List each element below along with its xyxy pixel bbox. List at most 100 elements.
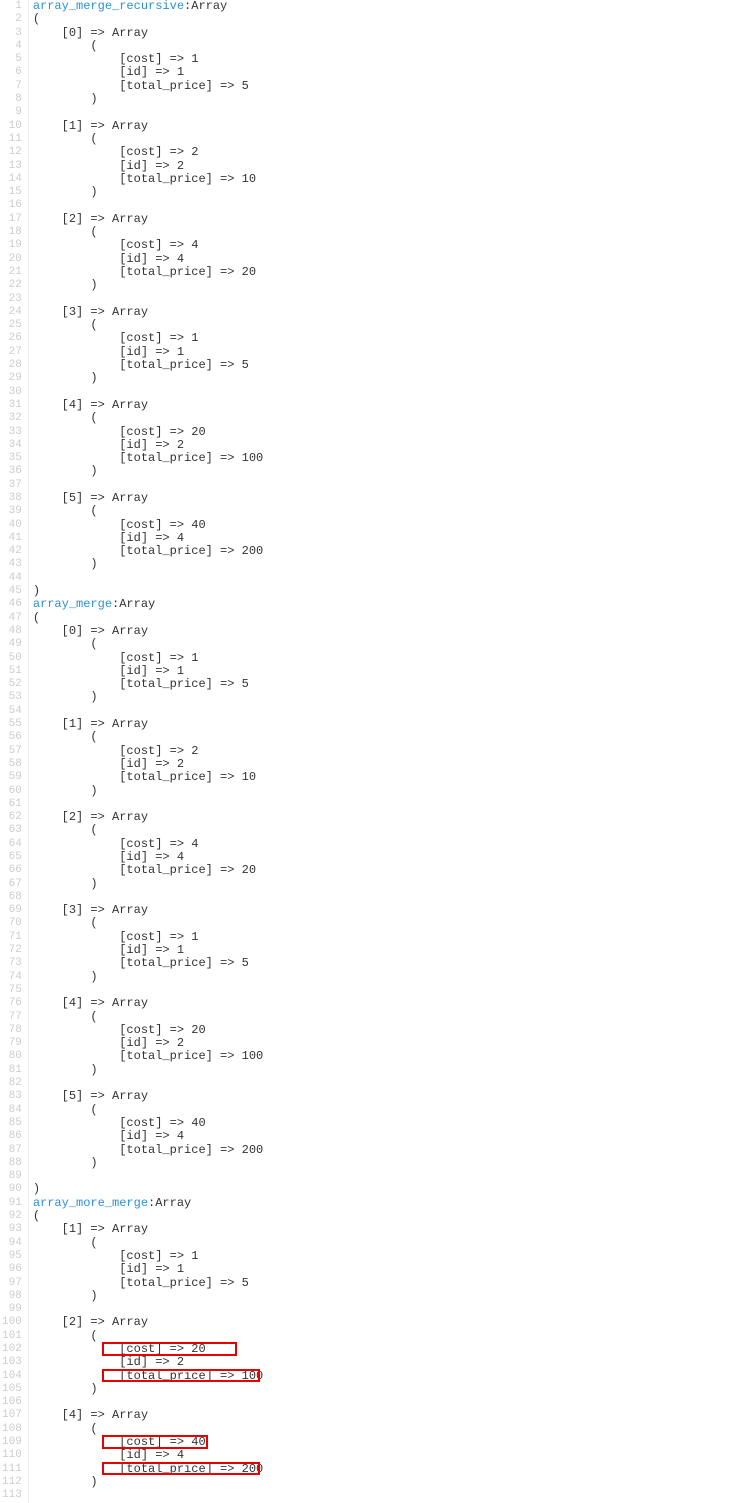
- code-line: [id] => 1: [33, 346, 263, 359]
- code-line: [cost] => 40: [33, 1117, 263, 1130]
- code-line: [33, 293, 263, 306]
- code-line: ): [33, 971, 263, 984]
- line-number: 19: [2, 239, 22, 252]
- code-line: [cost] => 40: [33, 519, 263, 532]
- code-line: ): [33, 785, 263, 798]
- line-number: 78: [2, 1024, 22, 1037]
- code-line: [id] => 1: [33, 944, 263, 957]
- code-line: [cost] => 1: [33, 931, 263, 944]
- line-number: 7: [2, 80, 22, 93]
- line-number: 59: [2, 771, 22, 784]
- line-number: 34: [2, 439, 22, 452]
- line-number: 42: [2, 545, 22, 558]
- code-line: (: [33, 1210, 263, 1223]
- code-line: [id] => 1: [33, 66, 263, 79]
- code-line: (: [33, 638, 263, 651]
- code-line: [total_price] => 100: [33, 1370, 263, 1383]
- code-line: [0] => Array: [33, 27, 263, 40]
- code-line: [33, 386, 263, 399]
- code-line: [cost] => 4: [33, 838, 263, 851]
- line-number: 27: [2, 346, 22, 359]
- line-number: 80: [2, 1050, 22, 1063]
- code-line: [id] => 2: [33, 160, 263, 173]
- line-number: 67: [2, 878, 22, 891]
- code-line: [total_price] => 5: [33, 957, 263, 970]
- line-number: 54: [2, 705, 22, 718]
- line-number: 47: [2, 612, 22, 625]
- code-line: [33, 572, 263, 585]
- line-number: 33: [2, 426, 22, 439]
- line-number: 90: [2, 1183, 22, 1196]
- line-number: 85: [2, 1117, 22, 1130]
- line-number: 28: [2, 359, 22, 372]
- line-number: 30: [2, 386, 22, 399]
- line-number: 86: [2, 1130, 22, 1143]
- line-number: 17: [2, 213, 22, 226]
- code-line: (: [33, 1237, 263, 1250]
- code-line: [33, 1170, 263, 1183]
- code-line: [total_price] => 200: [33, 1144, 263, 1157]
- keyword: array_more_merge: [33, 1196, 148, 1210]
- line-number: 56: [2, 731, 22, 744]
- line-number: 52: [2, 678, 22, 691]
- line-number: 44: [2, 572, 22, 585]
- line-number: 74: [2, 971, 22, 984]
- code-line: [1] => Array: [33, 718, 263, 731]
- code-line: [id] => 2: [33, 1037, 263, 1050]
- line-number: 4: [2, 40, 22, 53]
- code-line: [cost] => 1: [33, 1250, 263, 1263]
- code-line: [cost] => 20: [33, 1343, 263, 1356]
- code-content[interactable]: array_merge_recursive:Array ( [0] => Arra…: [29, 0, 263, 1503]
- line-number: 92: [2, 1210, 22, 1223]
- line-number: 82: [2, 1077, 22, 1090]
- line-number: 46: [2, 598, 22, 611]
- line-number: 103: [2, 1356, 22, 1369]
- code-line: [33, 891, 263, 904]
- line-number: 77: [2, 1011, 22, 1024]
- line-number: 87: [2, 1144, 22, 1157]
- keyword: array_merge_recursive: [33, 0, 184, 13]
- code-line: [cost] => 1: [33, 652, 263, 665]
- line-number: 99: [2, 1303, 22, 1316]
- line-number: 61: [2, 798, 22, 811]
- code-line: [total_price] => 10: [33, 173, 263, 186]
- code-line: [1] => Array: [33, 1223, 263, 1236]
- line-number: 13: [2, 160, 22, 173]
- code-line: ): [33, 1157, 263, 1170]
- code-line: ): [33, 691, 263, 704]
- code-line: [cost] => 2: [33, 146, 263, 159]
- line-number: 5: [2, 53, 22, 66]
- line-number: 96: [2, 1263, 22, 1276]
- code-line: [total_price] => 100: [33, 1050, 263, 1063]
- line-number: 70: [2, 917, 22, 930]
- code-line: (: [33, 917, 263, 930]
- code-line: (: [33, 731, 263, 744]
- code-line: [5] => Array: [33, 492, 263, 505]
- code-line: [2] => Array: [33, 811, 263, 824]
- code-line: (: [33, 133, 263, 146]
- line-number: 111: [2, 1463, 22, 1476]
- line-number: 11: [2, 133, 22, 146]
- code-line: (: [33, 40, 263, 53]
- line-number: 32: [2, 412, 22, 425]
- line-number: 68: [2, 891, 22, 904]
- code-line: [3] => Array: [33, 306, 263, 319]
- code-line: [total_price] => 100: [33, 452, 263, 465]
- line-number: 98: [2, 1290, 22, 1303]
- code-line: [id] => 4: [33, 253, 263, 266]
- code-line: [33, 984, 263, 997]
- code-line: [cost] => 20: [33, 426, 263, 439]
- code-line: ): [33, 1383, 263, 1396]
- line-number: 60: [2, 785, 22, 798]
- code-line: array_merge_recursive:Array: [33, 0, 263, 13]
- code-line: array_merge:Array: [33, 598, 263, 611]
- line-number: 45: [2, 585, 22, 598]
- code-line: (: [33, 824, 263, 837]
- line-number: 3: [2, 27, 22, 40]
- code-line: [total_price] => 200: [33, 1463, 263, 1476]
- line-number: 23: [2, 293, 22, 306]
- code-line: [total_price] => 5: [33, 80, 263, 93]
- line-number: 62: [2, 811, 22, 824]
- code-line: (: [33, 1011, 263, 1024]
- line-number-gutter: 1234567891011121314151617181920212223242…: [0, 0, 29, 1503]
